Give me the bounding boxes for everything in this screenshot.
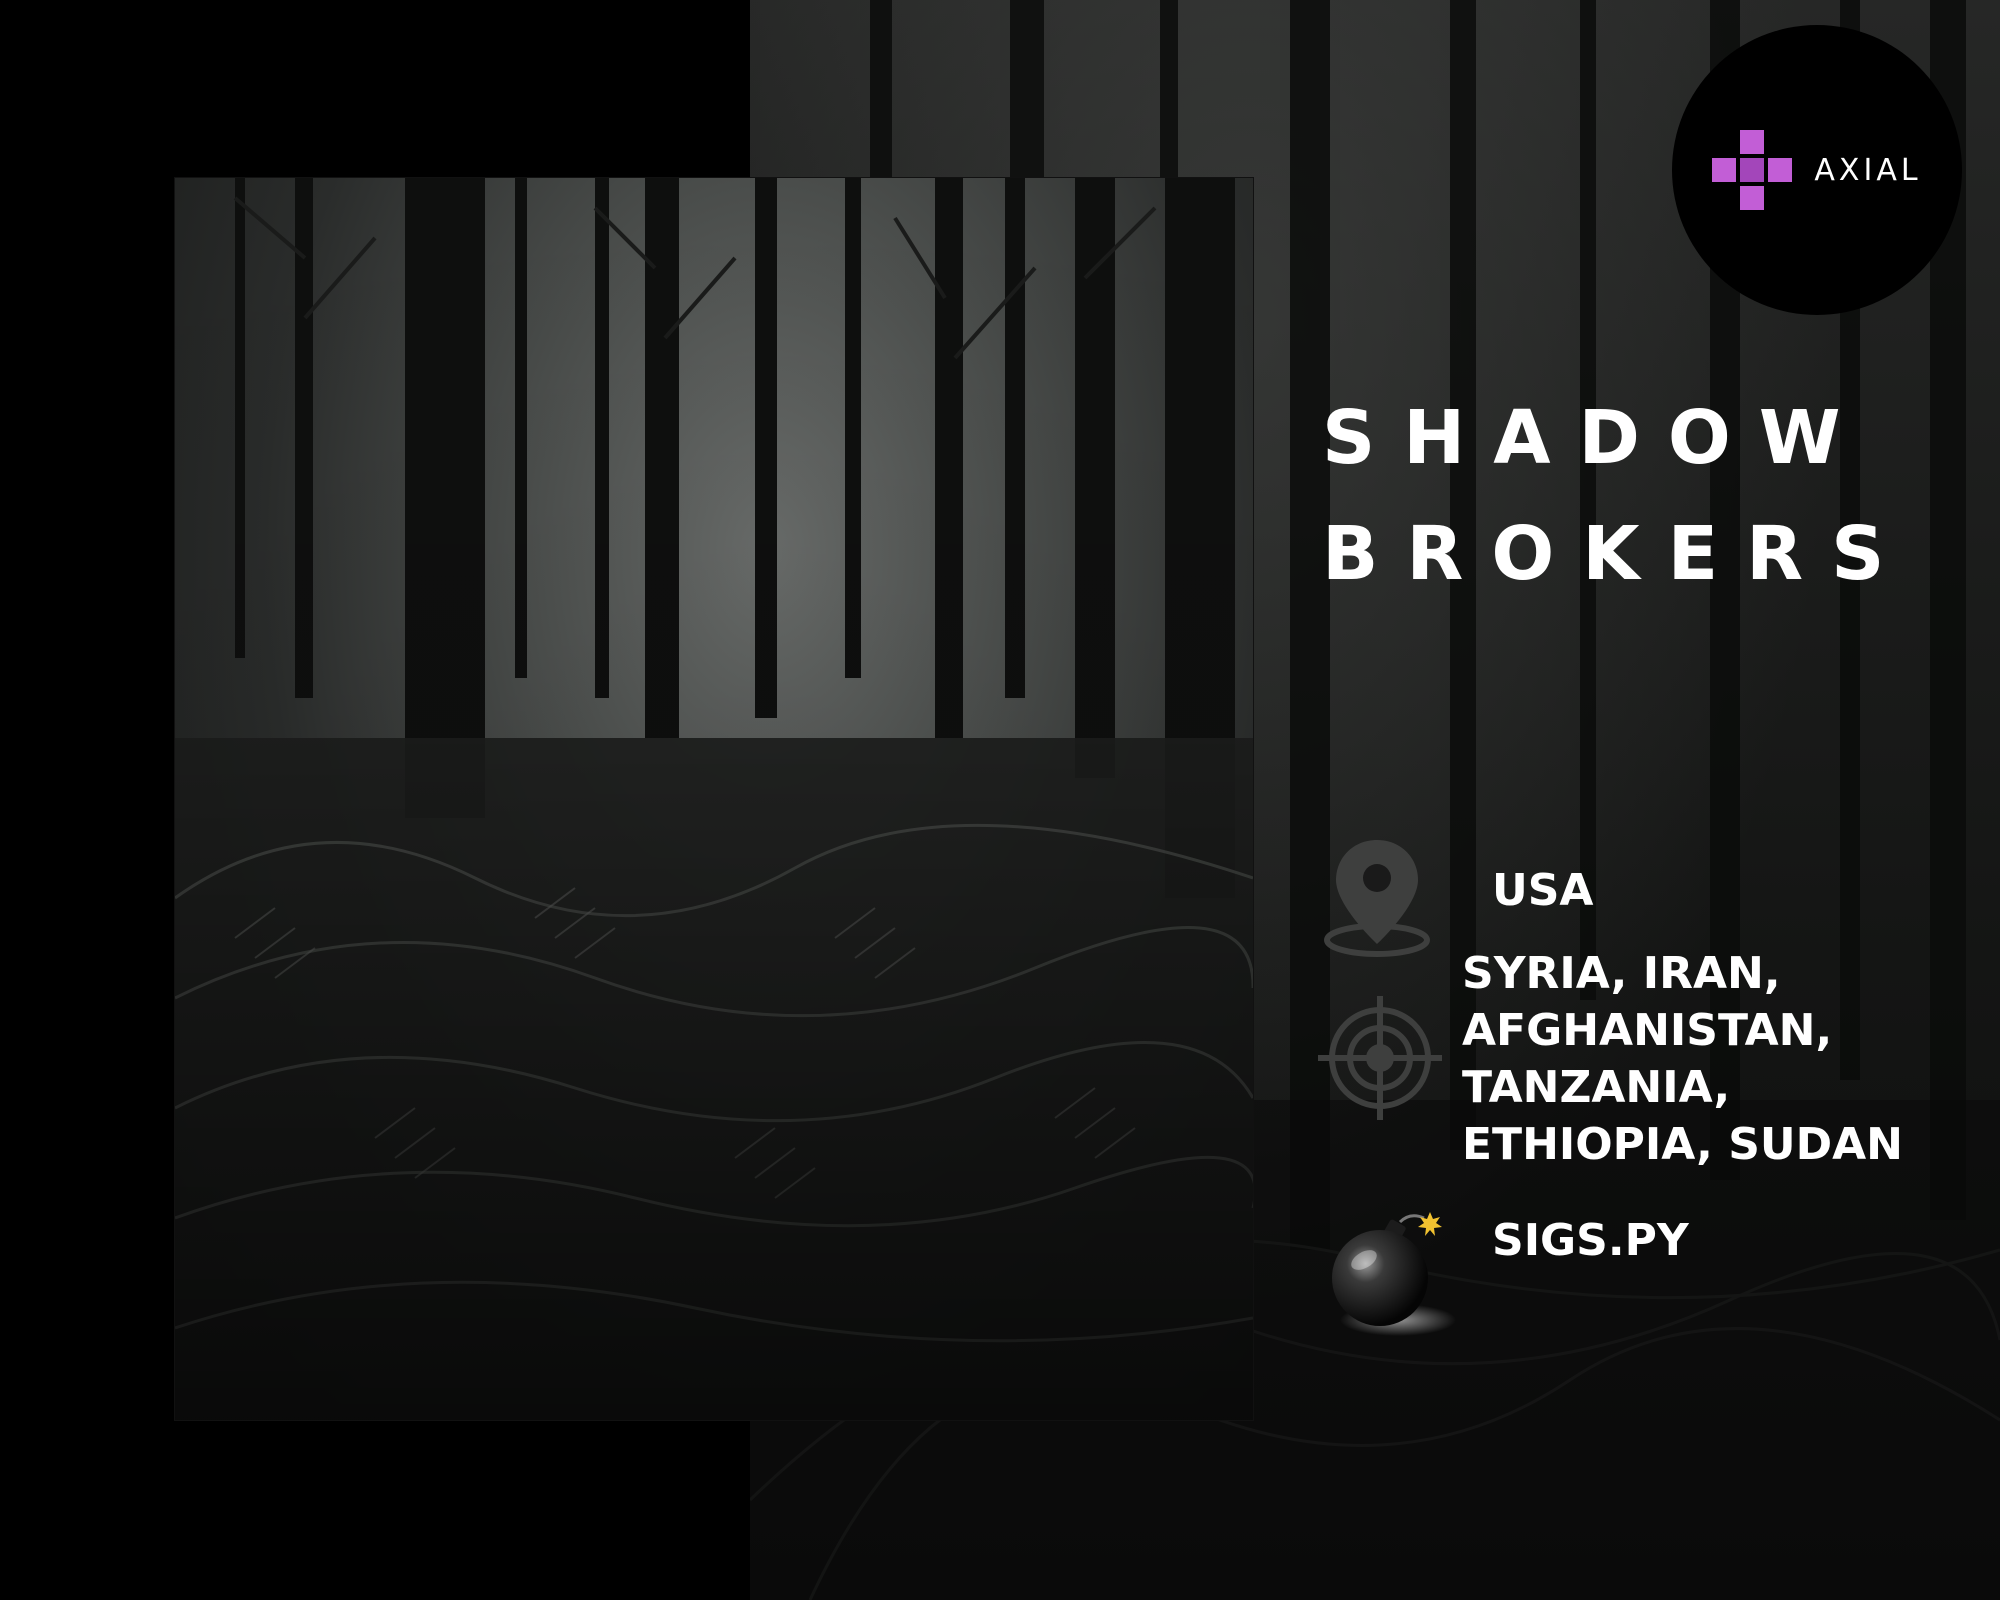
forest-photo [175, 178, 1253, 1420]
plus-cross-logo-icon [1712, 130, 1793, 210]
origin-country: USA [1492, 865, 1594, 916]
poster: AXIAL SHADOW BROKERS USA SYRIA, IRAN, AF… [0, 0, 2000, 1600]
target-line-2: AFGHANISTAN, [1462, 1005, 1833, 1056]
crosshair-target-icon [1318, 996, 1442, 1120]
brand-name: AXIAL [1814, 152, 1922, 188]
target-line-4: ETHIOPIA, SUDAN [1462, 1119, 1904, 1170]
bomb-icon [1332, 1212, 1456, 1336]
location-pin-icon [1324, 840, 1430, 957]
poster-title: SHADOW BROKERS [1322, 380, 1912, 612]
tool-name: SIGS.PY [1492, 1215, 1689, 1266]
title-line-1: SHADOW [1322, 395, 1869, 481]
target-line-3: TANZANIA, [1462, 1062, 1731, 1113]
target-countries: SYRIA, IRAN, AFGHANISTAN, TANZANIA, ETHI… [1462, 945, 1903, 1173]
title-line-2: BROKERS [1322, 511, 1913, 597]
photo-vignette [175, 178, 1253, 1420]
brand-logo-badge: AXIAL [1672, 25, 1962, 315]
target-line-1: SYRIA, IRAN, [1462, 948, 1781, 999]
